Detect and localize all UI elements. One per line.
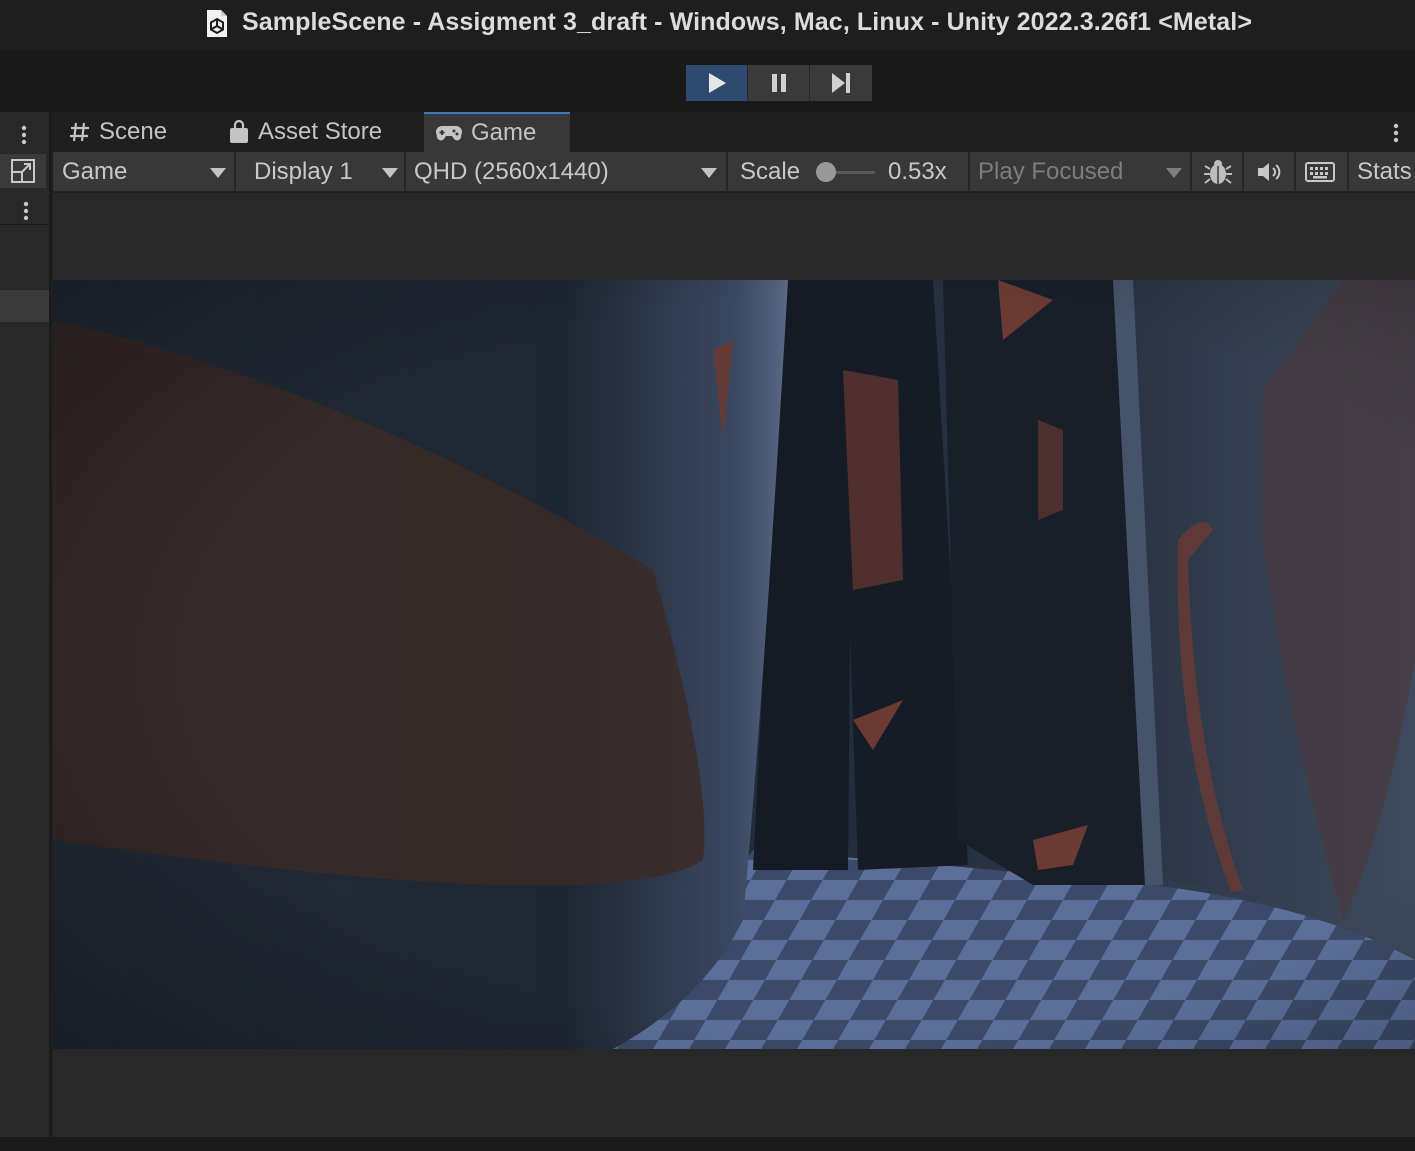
left-panel	[0, 112, 51, 1142]
game-render-viewport[interactable]	[53, 280, 1415, 1049]
scale-slider-handle[interactable]	[816, 162, 836, 182]
title-bar: SampleScene - Assigment 3_draft - Window…	[0, 0, 1415, 50]
gizmos-bug-button[interactable]	[1203, 152, 1233, 192]
maximize-button[interactable]	[0, 154, 46, 188]
tab-scene[interactable]: Scene	[69, 112, 167, 152]
kebab-menu-icon[interactable]	[18, 120, 30, 150]
editor-tab-bar: Scene Asset Store Game	[53, 112, 1415, 152]
stats-button[interactable]: Stats	[1357, 152, 1412, 192]
view-type-dropdown[interactable]: Game	[62, 152, 234, 192]
tab-label: Asset Store	[258, 118, 383, 145]
selected-row[interactable]	[0, 290, 49, 322]
speaker-icon	[1258, 163, 1281, 181]
play-icon	[708, 73, 726, 93]
divider	[1190, 152, 1192, 192]
chevron-down-icon	[701, 168, 717, 178]
tab-asset-store[interactable]: Asset Store	[228, 112, 382, 152]
shopping-bag-icon	[228, 120, 250, 144]
pause-icon	[771, 74, 786, 92]
chevron-down-icon	[210, 168, 226, 178]
resolution-value: QHD (2560x1440)	[414, 158, 609, 185]
divider	[968, 152, 970, 192]
game-view-toolbar: Game Display 1 QHD (2560x1440) Scale 0.5…	[53, 152, 1415, 192]
kebab-menu-icon[interactable]	[1391, 122, 1401, 144]
keyboard-shortcuts-button[interactable]	[1305, 152, 1335, 192]
display-dropdown[interactable]: Display 1	[254, 152, 404, 192]
divider	[1242, 152, 1244, 192]
bottom-status-strip	[0, 1137, 1415, 1151]
play-button[interactable]	[686, 65, 748, 101]
play-controls	[686, 65, 872, 101]
bug-icon	[1204, 160, 1232, 184]
tab-label: Scene	[99, 118, 168, 145]
divider	[0, 224, 49, 225]
view-type-value: Game	[62, 158, 128, 185]
hash-icon	[69, 121, 91, 143]
scale-label: Scale	[740, 158, 801, 185]
play-mode-dropdown[interactable]: Play Focused	[978, 152, 1190, 192]
unity-logo-icon	[207, 10, 227, 37]
display-value: Display 1	[254, 158, 353, 185]
game-render-image	[53, 280, 1415, 1049]
step-button[interactable]	[810, 65, 872, 101]
mute-audio-button[interactable]	[1255, 152, 1283, 192]
keyboard-icon	[1305, 162, 1335, 182]
scale-value: 0.53x	[888, 158, 947, 185]
divider	[1347, 152, 1349, 192]
divider	[726, 152, 728, 192]
resolution-dropdown[interactable]: QHD (2560x1440)	[414, 152, 726, 192]
pause-button[interactable]	[748, 65, 810, 101]
chevron-down-icon	[1166, 168, 1182, 178]
window-title: SampleScene - Assigment 3_draft - Window…	[242, 8, 1253, 36]
chevron-down-icon	[382, 168, 398, 178]
play-mode-value: Play Focused	[978, 158, 1124, 185]
divider	[404, 152, 406, 192]
gamepad-icon	[435, 124, 463, 142]
tab-label: Game	[471, 119, 537, 146]
divider	[1294, 152, 1296, 192]
kebab-menu-icon[interactable]	[20, 196, 32, 226]
tab-game[interactable]: Game	[424, 112, 570, 152]
maximize-icon	[11, 159, 35, 183]
step-icon	[832, 73, 850, 93]
play-toolbar	[0, 50, 1415, 112]
divider	[234, 152, 236, 192]
